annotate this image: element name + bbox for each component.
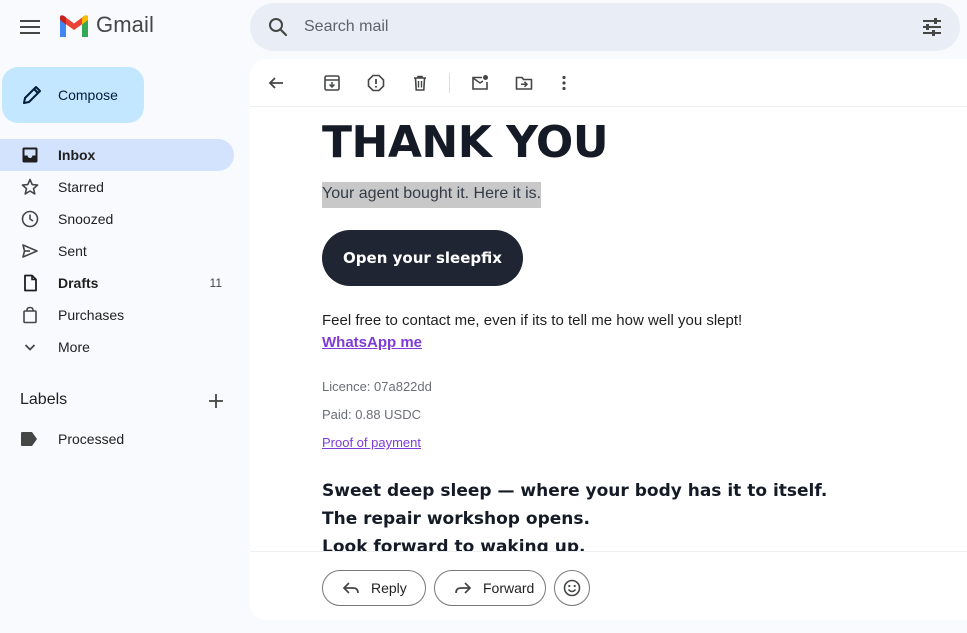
sidebar-item-more[interactable]: More <box>0 331 234 363</box>
label-name: Processed <box>58 431 125 447</box>
forward-label: Forward <box>483 580 535 596</box>
compose-label: Compose <box>58 87 118 103</box>
labels-title: Labels <box>20 391 68 408</box>
sidebar-nav: Inbox Starred Snoozed Sent Drafts 11 Pur… <box>0 139 234 363</box>
message-panel: THANK YOU Your agent bought it. Here it … <box>250 59 967 620</box>
more-vert-icon <box>562 75 566 91</box>
star-icon <box>21 178 39 195</box>
report-spam-icon <box>367 74 385 92</box>
sidebar-item-label: More <box>58 339 90 355</box>
archive-icon <box>324 75 340 91</box>
reply-label: Reply <box>371 580 407 596</box>
reply-bar: Reply Forward <box>250 551 967 620</box>
reply-icon <box>342 582 359 594</box>
sidebar-item-label: Inbox <box>58 147 96 163</box>
reply-button[interactable]: Reply <box>322 570 426 606</box>
delete-button[interactable] <box>408 71 432 95</box>
paid-text: Paid: 0.88 USDC <box>322 407 421 422</box>
proof-of-payment-link[interactable]: Proof of payment <box>322 435 421 450</box>
sidebar-item-starred[interactable]: Starred <box>0 171 234 203</box>
tagline: The repair workshop opens. <box>322 509 590 529</box>
whatsapp-link[interactable]: WhatsApp me <box>322 334 422 351</box>
clock-icon <box>21 210 39 228</box>
email-body: THANK YOU Your agent bought it. Here it … <box>250 107 967 551</box>
tagline: Sweet deep sleep — where your body has i… <box>322 481 828 501</box>
email-subtitle: Your agent bought it. Here it is. <box>322 182 542 208</box>
back-icon <box>268 77 283 89</box>
back-button[interactable] <box>264 71 288 95</box>
hamburger-menu-icon <box>20 20 40 34</box>
sidebar-item-label: Purchases <box>58 307 125 323</box>
tagline: Look forward to waking up. <box>322 537 586 551</box>
sidebar-item-inbox[interactable]: Inbox <box>0 139 234 171</box>
forward-icon <box>455 582 472 594</box>
delete-icon <box>414 75 426 91</box>
move-to-button[interactable] <box>512 71 536 95</box>
pencil-icon <box>23 86 41 104</box>
draft-icon <box>24 274 37 292</box>
mark-unread-icon <box>472 75 488 90</box>
plus-icon[interactable] <box>206 391 226 411</box>
sidebar-item-label: Sent <box>58 243 87 259</box>
contact-text: Feel free to contact me, even if its to … <box>322 312 743 329</box>
move-to-icon <box>515 76 533 90</box>
toolbar-divider <box>449 73 450 93</box>
licence-text: Licence: 07a822dd <box>322 379 432 394</box>
gmail-m-icon <box>60 15 88 37</box>
main-menu-button[interactable] <box>14 11 46 43</box>
email-headline: THANK YOU <box>322 117 609 168</box>
sidebar-item-snoozed[interactable]: Snoozed <box>0 203 234 235</box>
send-icon <box>22 244 38 258</box>
sidebar-item-drafts[interactable]: Drafts 11 <box>0 267 234 299</box>
search-icon[interactable] <box>266 15 290 39</box>
sidebar-item-label: Snoozed <box>58 211 114 227</box>
compose-button[interactable]: Compose <box>2 67 144 123</box>
sidebar-item-label: Starred <box>58 179 104 195</box>
app-name: Gmail <box>96 12 154 37</box>
sidebar-item-purchases[interactable]: Purchases <box>0 299 234 331</box>
message-toolbar <box>250 59 967 107</box>
more-options-button[interactable] <box>552 71 576 95</box>
archive-button[interactable] <box>320 71 344 95</box>
report-spam-button[interactable] <box>364 71 388 95</box>
shopping-bag-icon <box>23 306 37 324</box>
search-input[interactable] <box>304 15 904 39</box>
sidebar-label-processed[interactable]: Processed <box>0 423 234 455</box>
inbox-icon <box>22 147 38 163</box>
labels-section-header: Labels <box>20 391 234 411</box>
top-bar: Gmail <box>0 0 967 56</box>
smiley-icon <box>563 579 581 597</box>
drafts-count: 11 <box>209 276 222 290</box>
mark-unread-button[interactable] <box>468 71 492 95</box>
sidebar-item-label: Drafts <box>58 275 99 291</box>
forward-button[interactable]: Forward <box>434 570 546 606</box>
emoji-reaction-button[interactable] <box>554 570 590 606</box>
label-icon <box>21 432 37 446</box>
gmail-logo[interactable]: Gmail <box>58 12 154 38</box>
search-options-icon[interactable] <box>920 15 944 39</box>
search-bar <box>250 3 960 51</box>
open-sleepfix-button[interactable]: Open your sleepfix <box>322 230 523 286</box>
chevron-down-icon <box>24 344 36 351</box>
sidebar-item-sent[interactable]: Sent <box>0 235 234 267</box>
